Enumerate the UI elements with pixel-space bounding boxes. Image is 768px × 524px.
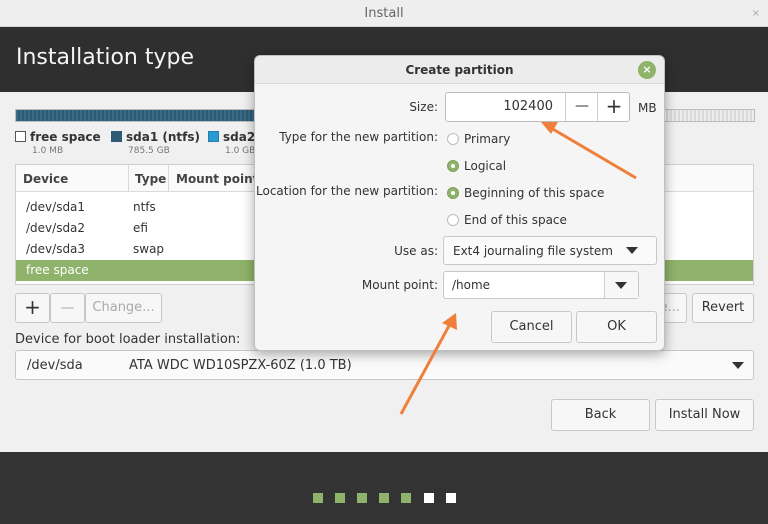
arrow-to-mount-point [399,313,457,415]
arrow-to-size-field [541,122,637,180]
annotation-arrows [399,122,637,415]
